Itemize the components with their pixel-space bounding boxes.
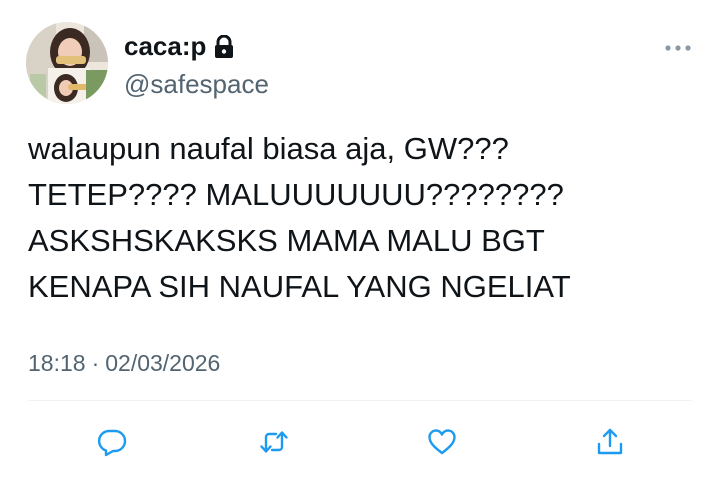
timestamp-separator: · (91, 350, 100, 376)
display-name[interactable]: caca:p (124, 30, 234, 62)
avatar[interactable] (26, 22, 108, 104)
reply-button[interactable] (94, 424, 130, 460)
tweet-line: KENAPA SIH NAUFAL YANG NGELIAT (28, 269, 571, 304)
retweet-icon (260, 431, 288, 453)
tweet-line: TETEP???? MALUUUUUUU???????? (28, 177, 564, 212)
share-button[interactable] (592, 424, 628, 460)
divider (28, 400, 692, 401)
tweet-card: caca:p @safespace walaupun naufal biasa … (0, 0, 720, 488)
display-name-text: caca:p (124, 31, 207, 61)
lock-icon (214, 34, 234, 58)
share-icon (597, 428, 623, 455)
user-handle[interactable]: @safespace (124, 68, 269, 100)
reply-icon (97, 429, 127, 457)
heart-icon (428, 429, 456, 455)
tweet-line: walaupun naufal biasa aja, GW??? (28, 131, 509, 166)
like-button[interactable] (424, 424, 460, 460)
tweet-date: 02/03/2026 (105, 350, 221, 376)
retweet-button[interactable] (256, 424, 292, 460)
tweet-line: ASKSHSKAKSKS MAMA MALU BGT (28, 223, 545, 258)
tweet-timestamp[interactable]: 18:18 · 02/03/2026 (28, 348, 220, 378)
tweet-time: 18:18 (28, 350, 86, 376)
tweet-text: walaupun naufal biasa aja, GW??? TETEP??… (28, 126, 698, 310)
avatar-photo (26, 22, 108, 104)
more-options-icon[interactable] (664, 38, 692, 58)
action-bar (0, 424, 720, 464)
